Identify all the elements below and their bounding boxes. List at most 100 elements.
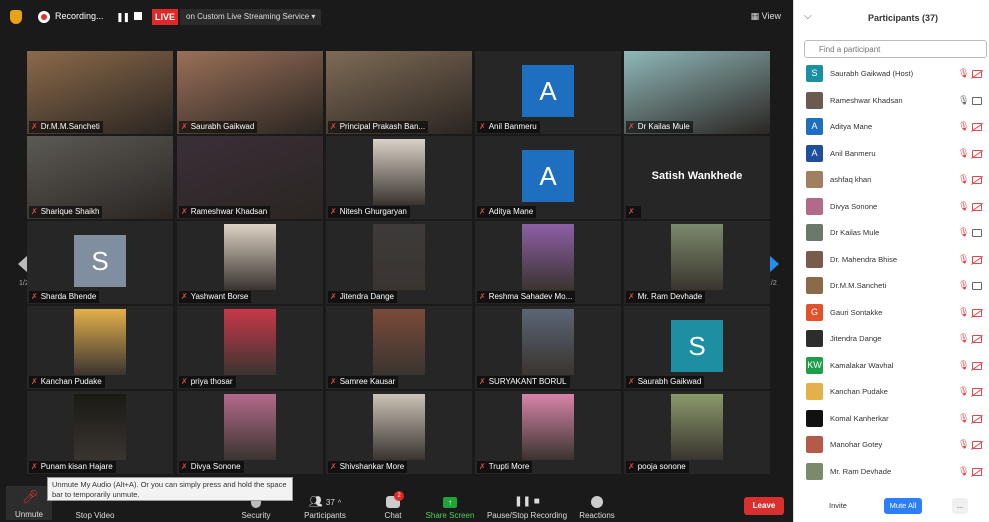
participant-list-item[interactable]: Rameshwar Khadsan 🎙︎ [794,88,989,115]
pause-stop-recording-button[interactable]: ❚❚ ■ Pause/Stop Recording [485,496,569,520]
muted-mic-icon: 🎙︎ [958,227,970,237]
participants-count: 37 [325,498,335,507]
live-badge: LIVE [152,9,178,25]
tile-name-label: ✗ Samree Kausar [328,376,399,388]
participant-list-item[interactable]: Manohar Gotey 🎙︎ [794,432,989,459]
more-options-button[interactable]: ... [952,498,968,514]
participant-list-item[interactable]: ashfaq khan 🎙︎ [794,167,989,194]
tile-name: Rameshwar Khadsan [190,207,268,216]
tile-name-label: ✗ Sharda Bhende [29,291,100,303]
video-tile[interactable]: S ✗ Sharda Bhende [27,221,173,304]
participant-list-item[interactable]: Mr. Ram Devhade 🎙︎ [794,459,989,486]
muted-mic-icon: ✗ [628,377,635,386]
pause-recording-icon[interactable]: ❚❚ [116,12,130,23]
video-tile[interactable]: ✗ Principal Prakash Ban... [326,51,472,134]
muted-mic-icon: ✗ [181,122,188,131]
avatar: A [806,118,823,135]
tile-name-label: ✗ Divya Sonone [179,461,244,473]
participant-list-item[interactable]: KW Kamalakar Wavhal 🎙︎ [794,353,989,380]
muted-mic-icon: ✗ [628,462,635,471]
participant-list-item[interactable]: Dr.M.M.Sancheti 🎙︎ [794,273,989,300]
muted-mic-icon: ✗ [479,207,486,216]
avatar: S [74,235,126,287]
participant-search-input[interactable] [804,40,987,58]
avatar: A [522,150,574,202]
video-tile[interactable]: ✗ Dr Kailas Mule [624,51,770,134]
tile-name-label: ✗ Rameshwar Khadsan [179,206,271,218]
video-tile[interactable]: ✗ Shivshankar More [326,391,472,474]
video-tile[interactable]: ✗ priya thosar [177,306,323,389]
invite-button[interactable]: Invite [822,498,854,514]
avatar: A [522,65,574,117]
participant-list-item[interactable]: G Gauri Sontakke 🎙︎ [794,300,989,327]
video-tile[interactable]: ✗ Divya Sonone [177,391,323,474]
muted-mic-icon: ✗ [181,292,188,301]
participant-list-item[interactable]: Komal Kanherkar 🎙︎ [794,406,989,433]
video-tile[interactable]: A ✗ Anil Banmeru [475,51,621,134]
mute-all-button[interactable]: Mute All [884,498,922,514]
video-tile[interactable]: ✗ Rameshwar Khadsan [177,136,323,219]
participant-list-item[interactable]: Kanchan Pudake 🎙︎ [794,379,989,406]
video-tile[interactable]: Satish Wankhede ✗ [624,136,770,219]
next-page-arrow-icon[interactable] [769,255,779,273]
video-tile[interactable]: ✗ Kanchan Pudake [27,306,173,389]
participant-list-item[interactable]: S Saurabh Gaikwad (Host) 🎙︎ [794,61,989,88]
muted-mic-icon: ✗ [479,122,486,131]
share-screen-button[interactable]: ↑ Share Screen [424,497,476,520]
video-tile[interactable]: ✗ Reshma Sahadev Mo... [475,221,621,304]
video-tile[interactable]: ✗ pooja sonone [624,391,770,474]
participant-list-item[interactable]: A Aditya Mane 🎙︎ [794,114,989,141]
video-tile[interactable]: ✗ Punam kisan Hajare [27,391,173,474]
stop-video-button[interactable]: Stop Video [72,511,118,520]
avatar: S [671,320,723,372]
participant-list-item[interactable]: Divya Sonone 🎙︎ [794,194,989,221]
muted-mic-icon: ✗ [31,377,38,386]
participant-name: Manohar Gotey [830,440,883,449]
muted-mic-icon: ✗ [31,122,38,131]
video-tile[interactable]: ✗ Saurabh Gaikwad [177,51,323,134]
video-tile[interactable]: A ✗ Aditya Mane [475,136,621,219]
video-tile[interactable]: ✗ Yashwant Borse [177,221,323,304]
tile-name: Sharda Bhende [40,292,97,301]
participant-list-item[interactable]: A Anil Banmeru 🎙︎ [794,141,989,168]
video-tile[interactable]: ✗ Mr. Ram Devhade [624,221,770,304]
camera-off-icon [972,123,982,131]
participant-list: S Saurabh Gaikwad (Host) 🎙︎ Rameshwar Khads… [794,61,989,485]
avatar [806,197,823,215]
video-tile[interactable]: ✗ Trupti More [475,391,621,474]
tile-name-label: ✗ Saurabh Gaikwad [179,121,258,133]
video-tile[interactable]: ✗ Jitendra Dange [326,221,472,304]
tile-name: Trupti More [488,462,530,471]
view-button[interactable]: ▦ View [751,11,781,22]
profile-picture [373,309,425,375]
video-tile[interactable]: ✗ Sharique Shaikh [27,136,173,219]
camera-off-icon [972,467,982,476]
avatar [806,436,823,453]
stop-recording-icon[interactable] [134,12,142,20]
participant-list-item[interactable]: Dr. Mahendra Bhise 🎙︎ [794,247,989,274]
video-tile[interactable]: ✗ Dr.M.M.Sancheti [27,51,173,134]
video-tile[interactable]: ✗ Samree Kausar [326,306,472,389]
muted-mic-icon: ✗ [181,377,188,386]
participant-list-item[interactable]: Dr Kailas Mule 🎙︎ [794,220,989,247]
profile-picture [522,224,574,290]
unmute-button[interactable]: 🎤︎ Unmute [6,486,52,520]
live-destination-dropdown[interactable]: on Custom Live Streaming Service ▾ [180,9,322,25]
video-tile[interactable]: S ✗ Saurabh Gaikwad [624,306,770,389]
shield-icon[interactable] [10,10,22,24]
participant-list-item[interactable]: Jitendra Dange 🎙︎ [794,326,989,353]
participants-button[interactable]: 👥︎ 37 ^ Participants [300,495,350,520]
participant-name: Komal Kanherkar [830,413,889,423]
video-tile[interactable]: ✗ SURYAKANT BORUL [475,306,621,389]
muted-mic-icon: ✗ [330,207,337,216]
muted-mic-icon: 🎙︎ [958,333,970,343]
reactions-button[interactable]: Reactions [578,496,616,520]
video-tile[interactable]: ✗ Nitesh Ghurgaryan [326,136,472,219]
leave-button[interactable]: Leave [744,497,784,515]
tile-name: Principal Prakash Ban... [339,122,426,131]
profile-picture [671,394,723,460]
participant-name: Dr Kailas Mule [830,228,880,237]
participants-panel-title: Participants (37) [867,13,939,23]
profile-picture [224,394,276,460]
chat-button[interactable]: 2 Chat [380,491,406,520]
